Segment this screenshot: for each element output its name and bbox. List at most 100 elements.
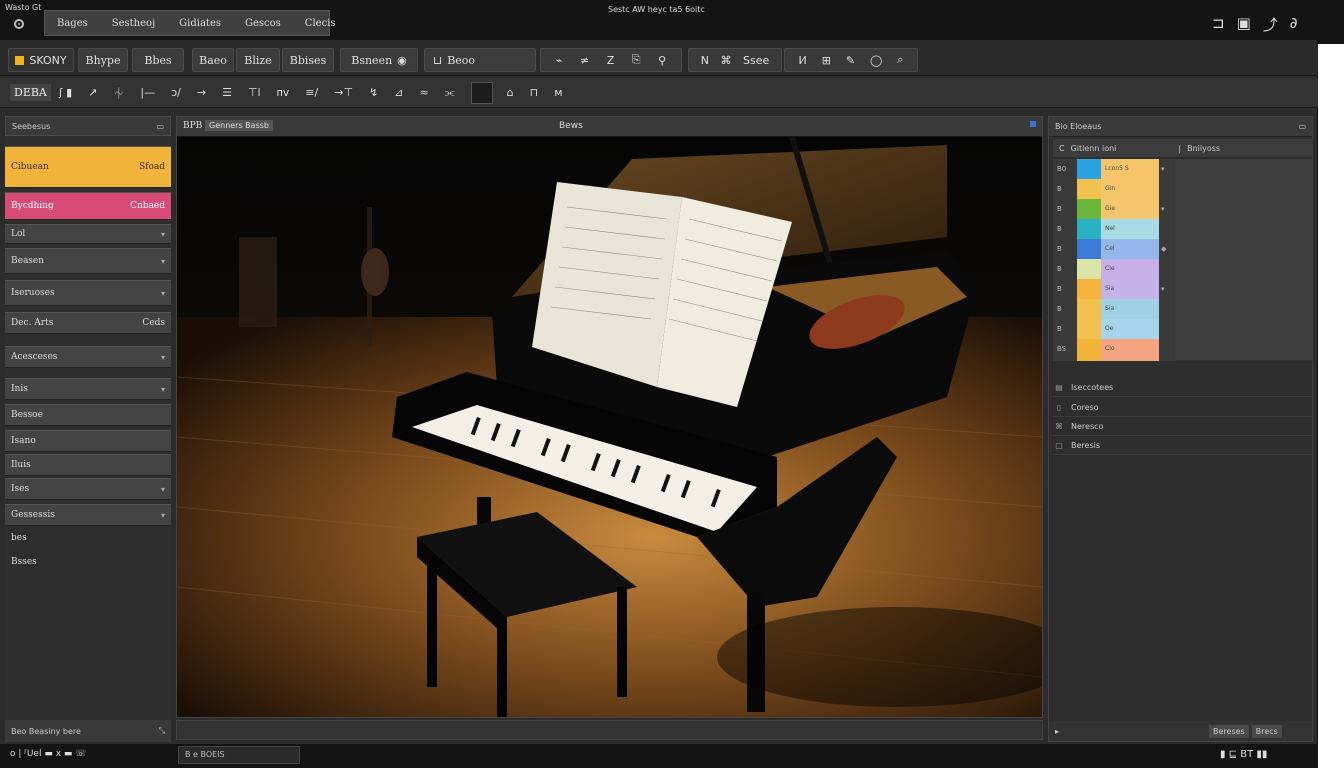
equals-icon[interactable]: ≠	[580, 54, 589, 67]
restore-icon[interactable]: ▣	[1237, 14, 1251, 35]
color-swatch-label[interactable]: Gin	[1101, 179, 1159, 201]
tab-bages[interactable]: Bages	[45, 18, 100, 29]
toolbar-button-bbises[interactable]: Bbises	[282, 48, 334, 72]
list-item[interactable]: Acesceses ▾	[5, 346, 171, 368]
n-icon[interactable]: N	[701, 54, 709, 67]
list-item[interactable]: ▯ Coreso	[1053, 399, 1313, 417]
color-swatch[interactable]	[1077, 299, 1101, 321]
color-swatch[interactable]	[1077, 259, 1101, 281]
color-swatch-label[interactable]: Sia	[1101, 299, 1159, 321]
swatch-row[interactable]: BS Cio	[1053, 339, 1313, 362]
toolbar2-icon-7[interactable]: ☰	[222, 86, 232, 99]
copy-icon[interactable]: ⎘	[632, 53, 641, 67]
list-item[interactable]: Isano	[5, 430, 171, 452]
list-item[interactable]: Bsses	[5, 552, 171, 572]
toolbar2-icon-4[interactable]: |—	[140, 86, 155, 99]
list-item[interactable]: Inis ▾	[5, 378, 171, 400]
breadcrumb[interactable]: Genners Bassb	[205, 120, 273, 131]
toolbar2-icon-15[interactable]: ⫘	[445, 86, 455, 100]
search-icon[interactable]: ⚲	[658, 54, 666, 67]
layer-item-yellow[interactable]: Cibuean Sfoad	[5, 146, 171, 188]
app-menu-icon[interactable]	[14, 19, 24, 29]
z-icon[interactable]: Z	[607, 54, 615, 67]
color-swatch[interactable]	[1077, 179, 1101, 201]
list-item[interactable]: Dec. Arts Ceds	[5, 312, 171, 334]
toolbar2-icon-9[interactable]: ᴨᴠ	[277, 86, 290, 99]
color-swatch[interactable]	[1077, 339, 1101, 361]
color-swatch-label[interactable]: Sia	[1101, 279, 1159, 301]
color-swatch-label[interactable]: Cio	[1101, 339, 1159, 361]
list-item[interactable]: ▢ Beresis	[1053, 437, 1313, 455]
toolbar2-label[interactable]: DEBA	[10, 84, 51, 101]
toolbar-button-beoo[interactable]: ⊔ Beoo	[424, 48, 536, 72]
list-item[interactable]: ⌘ Neresco	[1053, 418, 1313, 436]
brush-icon[interactable]: ⌁	[556, 54, 563, 67]
list-item[interactable]: Bessoe	[5, 404, 171, 426]
chevron-icon[interactable]: ▾	[161, 485, 165, 494]
swatch-marker-icon[interactable]: ▾	[1161, 205, 1165, 213]
chevron-icon[interactable]: ▾	[161, 353, 165, 362]
toolbar-button-ssee[interactable]: Ssee	[743, 54, 769, 67]
panel-menu-icon[interactable]: ▭	[156, 122, 164, 131]
command-icon[interactable]: ⌘	[720, 54, 731, 67]
toolbar2-icon-8[interactable]: ⊤l	[248, 86, 261, 99]
toolbar2-icon-11[interactable]: →⊤	[334, 86, 353, 99]
list-item[interactable]: Gessessis ▾	[5, 504, 171, 526]
color-swatch-label[interactable]: Oe	[1101, 319, 1159, 341]
toolbar2-icon-12[interactable]: ↯	[369, 86, 378, 99]
toolbar2-icon-6[interactable]: →	[197, 86, 206, 99]
swatch-marker-icon[interactable]: ▾	[1161, 285, 1165, 293]
toolbar2-icon-3[interactable]: ⏆	[113, 85, 124, 101]
color-swatch[interactable]	[1077, 159, 1101, 181]
tab-clecis[interactable]: Clecis	[293, 18, 348, 29]
resize-icon[interactable]: ⤡	[159, 726, 165, 736]
tab-sestheoj[interactable]: Sestheoj	[100, 18, 167, 29]
toolbar-button-bhype[interactable]: Bhype	[78, 48, 128, 72]
chevron-icon[interactable]: ▾	[161, 257, 165, 266]
pen-icon[interactable]: ✎	[846, 54, 855, 67]
color-swatch[interactable]	[1077, 279, 1101, 301]
color-swatch[interactable]	[1077, 319, 1101, 341]
list-item[interactable]: Lol ▾	[5, 224, 171, 244]
refresh-icon[interactable]: C	[1059, 144, 1065, 153]
toolbar2-icon-5[interactable]: ᴐ/	[171, 86, 181, 99]
grid-icon[interactable]: ⊞	[822, 54, 831, 67]
list-item[interactable]: Iseruoses ▾	[5, 280, 171, 306]
color-swatch-label[interactable]: Nel	[1101, 219, 1159, 241]
color-swatch-label[interactable]: Cie	[1101, 259, 1159, 281]
tab-gescos[interactable]: Gescos	[233, 18, 293, 29]
tab-gidiates[interactable]: Gidiates	[167, 18, 233, 29]
chevron-icon[interactable]: ▾	[161, 511, 165, 520]
chevron-icon[interactable]: ▾	[161, 385, 165, 394]
color-swatch[interactable]	[1077, 239, 1101, 261]
swatch-marker-icon[interactable]: ▾	[1161, 165, 1165, 173]
zoom-icon[interactable]: ⌕	[897, 53, 903, 67]
toolbar-button-bsneen[interactable]: Bsneen ◉	[340, 48, 418, 72]
edit-icon[interactable]: ∂	[1290, 14, 1298, 35]
toolbar2-icon-1[interactable]: ʃ ▮	[59, 86, 72, 99]
status-input[interactable]: B e BOEIS	[178, 746, 300, 764]
minimize-icon[interactable]: ⊐	[1212, 14, 1225, 35]
color-swatch-label[interactable]: Cel	[1101, 239, 1159, 261]
color-swatch[interactable]	[1077, 219, 1101, 241]
list-item[interactable]: Beasen ▾	[5, 248, 171, 274]
toolbar2-icon-14[interactable]: ≈	[419, 86, 428, 99]
swatch-marker-icon[interactable]: ◆	[1161, 245, 1166, 253]
footer-button-brecs[interactable]: Brecs	[1251, 724, 1282, 738]
chevron-icon[interactable]: ▾	[161, 230, 165, 239]
color-swatch[interactable]	[1077, 199, 1101, 221]
toolbar-button-baeo[interactable]: Baeo	[192, 48, 234, 72]
split-icon[interactable]: I⁄I	[798, 54, 806, 67]
toolbar2-icon-10[interactable]: ≡/	[305, 86, 318, 99]
toolbar-button-blize[interactable]: Blize	[236, 48, 280, 72]
help-icon[interactable]: ⤴	[1263, 14, 1278, 35]
toolbar2-icon-16[interactable]: ⌂	[507, 86, 514, 99]
brand-button[interactable]: SKONY	[8, 48, 74, 72]
toolbar2-icon-17[interactable]: ⊓	[530, 86, 539, 99]
list-item[interactable]: Iluis	[5, 454, 171, 476]
list-item[interactable]: bes	[5, 528, 171, 548]
color-swatch-box[interactable]	[470, 81, 493, 104]
list-item[interactable]: Ises ▾	[5, 478, 171, 500]
toolbar2-icon-18[interactable]: ᴍ	[554, 86, 562, 99]
toolbar-button-bbes[interactable]: Bbes	[132, 48, 184, 72]
